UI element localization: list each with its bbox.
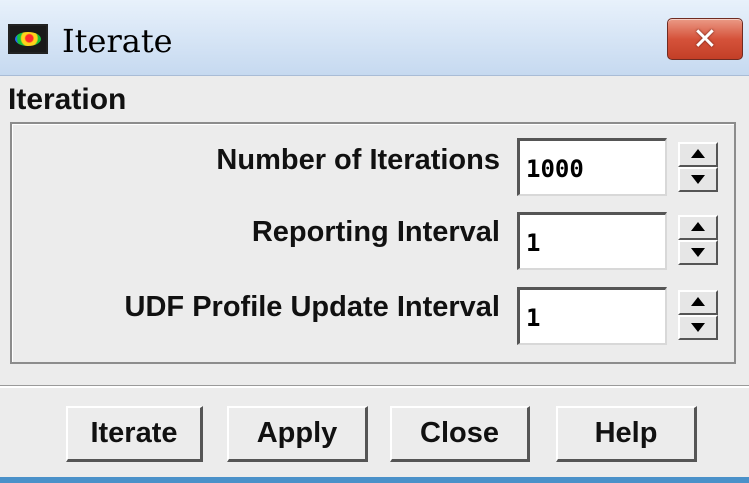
reporting-interval-spinner <box>678 215 718 265</box>
window-bottom-border <box>0 477 749 483</box>
reporting-interval-label: Reporting Interval <box>251 216 500 248</box>
apply-button[interactable]: Apply <box>227 406 368 462</box>
iteration-group-label: Iteration <box>8 83 127 116</box>
help-button[interactable]: Help <box>556 406 697 462</box>
separator <box>0 385 749 388</box>
iterate-dialog: Iterate ✕ Iteration Number of Iterations… <box>0 0 749 483</box>
arrow-up-icon <box>691 297 705 306</box>
number-of-iterations-input[interactable]: 1000 <box>517 138 667 196</box>
increment-button[interactable] <box>678 290 718 315</box>
number-of-iterations-spinner <box>678 142 718 192</box>
close-icon: ✕ <box>692 21 718 57</box>
decrement-button[interactable] <box>678 240 718 265</box>
close-window-button[interactable]: ✕ <box>667 18 743 60</box>
increment-button[interactable] <box>678 215 718 240</box>
arrow-down-icon <box>691 175 705 184</box>
iterate-button[interactable]: Iterate <box>66 406 203 462</box>
arrow-down-icon <box>691 248 705 257</box>
arrow-up-icon <box>691 222 705 231</box>
number-of-iterations-label: Number of Iterations <box>216 144 500 176</box>
decrement-button[interactable] <box>678 315 718 340</box>
title-bar[interactable]: Iterate ✕ <box>0 0 749 76</box>
window-title: Iterate <box>62 22 173 60</box>
udf-profile-update-interval-spinner <box>678 290 718 340</box>
udf-profile-update-interval-input[interactable]: 1 <box>517 287 667 345</box>
reporting-interval-input[interactable]: 1 <box>517 212 667 270</box>
arrow-down-icon <box>691 323 705 332</box>
decrement-button[interactable] <box>678 167 718 192</box>
close-button[interactable]: Close <box>390 406 530 462</box>
increment-button[interactable] <box>678 142 718 167</box>
arrow-up-icon <box>691 149 705 158</box>
app-icon <box>8 24 48 54</box>
udf-profile-update-interval-label: UDF Profile Update Interval <box>124 291 500 323</box>
